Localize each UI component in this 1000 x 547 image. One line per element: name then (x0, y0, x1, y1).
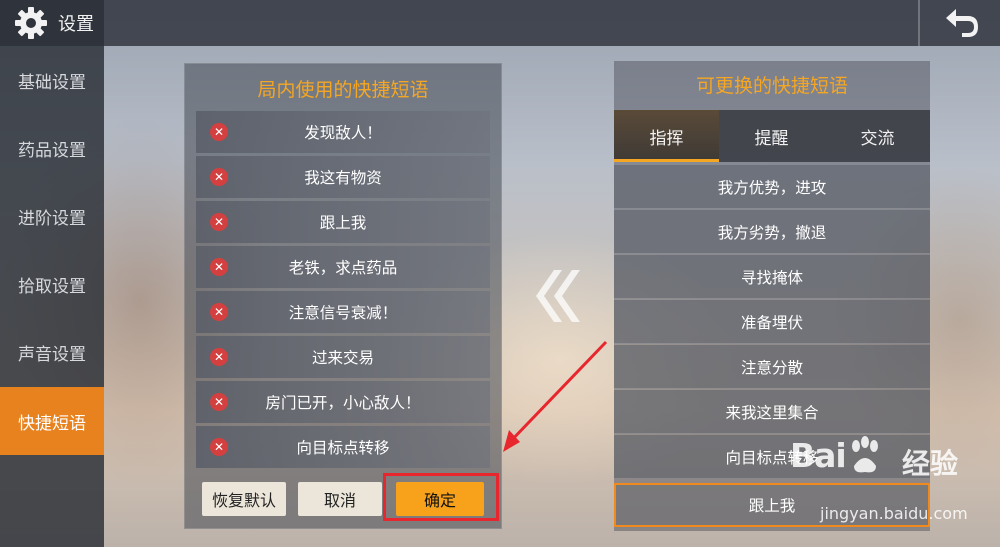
remove-icon[interactable]: ✕ (210, 438, 228, 456)
phrase-text: 房门已开，小心敌人！ (265, 394, 421, 412)
phrase-text: 向目标点转移 (296, 439, 390, 457)
watermark-url: jingyan.baidu.com (820, 504, 968, 523)
gear-icon (15, 7, 47, 39)
remove-icon[interactable]: ✕ (210, 123, 228, 141)
phrase-row[interactable]: ✕ 房门已开，小心敌人！ (196, 381, 490, 423)
phrase-text: 过来交易 (311, 349, 374, 367)
remove-icon[interactable]: ✕ (210, 348, 228, 366)
sidebar-item-medicine[interactable]: 药品设置 (0, 114, 104, 182)
remove-icon[interactable]: ✕ (210, 393, 228, 411)
double-chevron-left-icon (536, 270, 580, 322)
sidebar-item-advanced[interactable]: 进阶设置 (0, 182, 104, 250)
tab-reminder[interactable]: 提醒 (719, 110, 824, 162)
list-item[interactable]: 我方劣势，撤退 (614, 210, 930, 254)
restore-default-button[interactable]: 恢复默认 (202, 482, 286, 516)
paw-icon (852, 436, 878, 473)
settings-sidebar: 基础设置 药品设置 进阶设置 拾取设置 声音设置 快捷短语 (0, 46, 104, 547)
list-item[interactable]: 我方优势，进攻 (614, 165, 930, 209)
page-title: 设置 (58, 14, 94, 35)
sidebar-item-sound[interactable]: 声音设置 (0, 318, 104, 386)
remove-icon[interactable]: ✕ (210, 168, 228, 186)
phrase-text: 我这有物资 (304, 169, 382, 187)
annotation-highlight-box (383, 473, 499, 521)
watermark-jingyan: 经验 (902, 447, 959, 480)
sidebar-item-basic[interactable]: 基础设置 (0, 46, 104, 114)
watermark-logo: Bai (790, 436, 847, 475)
top-divider (918, 0, 920, 46)
phrase-text: 发现敌人！ (304, 124, 382, 142)
in-game-phrases-panel: 局内使用的快捷短语 ✕ 发现敌人！ ✕ 我这有物资 ✕ 跟上我 ✕ 老铁，求点药… (184, 63, 502, 529)
in-game-phrase-list: ✕ 发现敌人！ ✕ 我这有物资 ✕ 跟上我 ✕ 老铁，求点药品 ✕ 注意信号衰减… (196, 111, 490, 468)
phrase-row[interactable]: ✕ 我这有物资 (196, 156, 490, 198)
back-button[interactable] (940, 4, 984, 40)
list-item[interactable]: 寻找掩体 (614, 255, 930, 299)
phrase-text: 注意信号衰减！ (288, 304, 398, 322)
settings-header: 设置 (0, 0, 104, 46)
tab-communication[interactable]: 交流 (825, 110, 930, 162)
remove-icon[interactable]: ✕ (210, 213, 228, 231)
cancel-button[interactable]: 取消 (298, 482, 382, 516)
phrase-text: 老铁，求点药品 (288, 259, 398, 277)
replaceable-phrases-title: 可更换的快捷短语 (695, 74, 848, 97)
top-bar: 设置 (0, 0, 1000, 46)
phrase-text: 跟上我 (319, 214, 367, 232)
in-game-phrases-title: 局内使用的快捷短语 (257, 78, 429, 101)
phrase-row[interactable]: ✕ 向目标点转移 (196, 426, 490, 468)
back-arrow-icon (946, 9, 978, 37)
phrase-row[interactable]: ✕ 跟上我 (196, 201, 490, 243)
phrase-category-tabs: 指挥 提醒 交流 (614, 110, 930, 162)
list-item[interactable]: 准备埋伏 (614, 300, 930, 344)
phrase-row[interactable]: ✕ 老铁，求点药品 (196, 246, 490, 288)
sidebar-item-pickup[interactable]: 拾取设置 (0, 250, 104, 318)
sidebar-item-quick-phrases[interactable]: 快捷短语 (0, 387, 104, 455)
remove-icon[interactable]: ✕ (210, 303, 228, 321)
phrase-row[interactable]: ✕ 过来交易 (196, 336, 490, 378)
list-item[interactable]: 来我这里集合 (614, 390, 930, 434)
list-item[interactable]: 注意分散 (614, 345, 930, 389)
remove-icon[interactable]: ✕ (210, 258, 228, 276)
tab-command[interactable]: 指挥 (614, 110, 719, 162)
baidu-jingyan-watermark: Bai 经验 jingyan.baidu.com (790, 436, 990, 528)
phrase-row[interactable]: ✕ 注意信号衰减！ (196, 291, 490, 333)
phrase-row[interactable]: ✕ 发现敌人！ (196, 111, 490, 153)
